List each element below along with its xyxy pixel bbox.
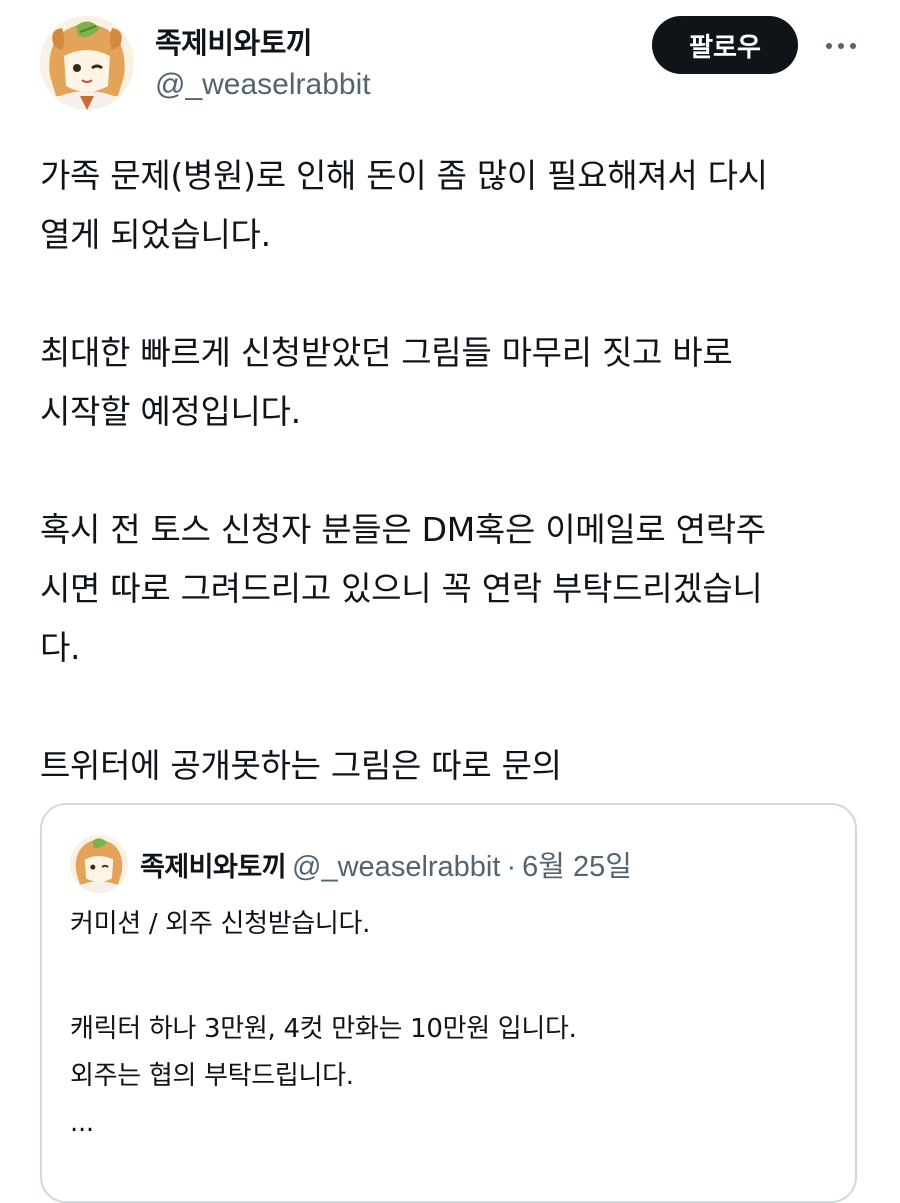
quoted-tweet-text: 커미션 / 외주 신청받습니다. 캐릭터 하나 3만원, 4컷 만화는 10만원…	[70, 901, 577, 1147]
tweet-line: 혹시 전 토스 신청자 분들은 DM혹은 이메일로 연락주	[40, 510, 766, 549]
quoted-line: 외주는 협의 부탁드립니다.	[70, 1061, 354, 1091]
tweet-text: 가족 문제(병원)로 인해 돈이 좀 많이 필요해져서 다시 열게 되었습니다.…	[40, 146, 870, 854]
quoted-author-name: 족제비와토끼	[140, 852, 287, 883]
tweet-paragraph: 트위터에 공개못하는 그림은 따로 문의	[40, 736, 870, 795]
tweet-paragraph: 최대한 빠르게 신청받았던 그림들 마무리 짓고 바로 시작할 예정입니다.	[40, 323, 870, 441]
more-dot	[838, 43, 844, 49]
tweet-paragraph: 혹시 전 토스 신청자 분들은 DM혹은 이메일로 연락주 시면 따로 그려드리…	[40, 500, 870, 677]
quoted-line: ...	[70, 1108, 94, 1138]
quoted-tweet-card[interactable]: 족제비와토끼 @_weaselrabbit · 6월 25일 커미션 / 외주 …	[40, 803, 857, 1203]
tweet-paragraph: 가족 문제(병원)로 인해 돈이 좀 많이 필요해져서 다시 열게 되었습니다.	[40, 146, 870, 264]
more-horizontal-icon	[826, 43, 832, 49]
tweet-line: 시작할 예정입니다.	[40, 392, 301, 431]
tweet-line: 가족 문제(병원)로 인해 돈이 좀 많이 필요해져서 다시	[40, 156, 768, 195]
tweet-line: 트위터에 공개못하는 그림은 따로 문의	[40, 746, 562, 785]
author-display-name[interactable]: 족제비와토끼	[155, 20, 313, 62]
separator-dot: ·	[506, 851, 517, 883]
quoted-author-handle: @_weaselrabbit	[292, 851, 501, 883]
quoted-author-avatar	[70, 835, 128, 893]
follow-button[interactable]: 팔로우	[652, 16, 798, 74]
more-options-button[interactable]	[818, 26, 864, 66]
author-handle[interactable]: @_weaselrabbit	[155, 68, 371, 102]
tweet-line: 최대한 빠르게 신청받았던 그림들 마무리 짓고 바로	[40, 333, 733, 372]
quoted-line: 캐릭터 하나 3만원, 4컷 만화는 10만원 입니다.	[70, 1014, 577, 1044]
quoted-line: 커미션 / 외주 신청받습니다.	[70, 909, 371, 939]
tweet-line: 열게 되었습니다.	[40, 215, 271, 254]
quoted-tweet-header: 족제비와토끼 @_weaselrabbit · 6월 25일	[140, 843, 632, 885]
tweet-line: 다.	[40, 628, 81, 667]
more-dot	[850, 43, 856, 49]
quoted-tweet-date: 6월 25일	[522, 851, 632, 883]
author-avatar[interactable]	[40, 16, 134, 110]
tweet-line: 시면 따로 그려드리고 있으니 꼭 연락 부탁드리겠습니	[40, 569, 763, 608]
